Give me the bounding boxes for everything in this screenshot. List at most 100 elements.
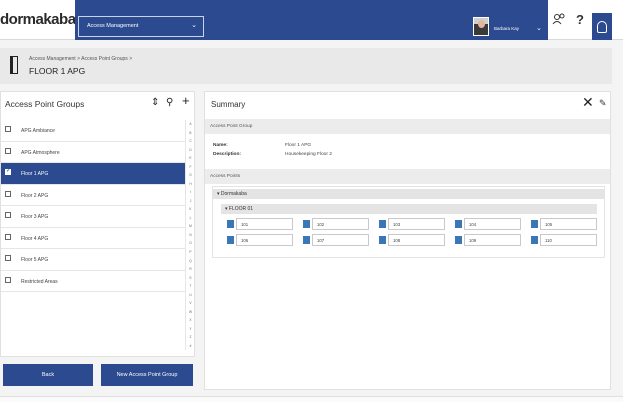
chevron-down-icon[interactable]: ⌄ xyxy=(536,24,542,32)
group-checkbox[interactable] xyxy=(5,126,11,132)
access-point-number: 107 xyxy=(312,234,369,246)
access-points-tree: ▾ Dormakaba ▾ FLOOR 01 101 102 103 104 105 10… xyxy=(212,186,605,258)
access-point-item[interactable]: 102 xyxy=(303,218,369,230)
alphabet-letter[interactable]: L xyxy=(190,216,192,220)
site-node[interactable]: ▾ Dormakaba xyxy=(213,189,604,199)
group-checkbox[interactable] xyxy=(5,233,11,240)
users-icon[interactable] xyxy=(551,12,567,28)
door-icon xyxy=(455,236,462,244)
back-button[interactable]: Back xyxy=(3,364,93,386)
alphabet-letter[interactable]: M xyxy=(189,224,192,228)
group-row[interactable]: Floor 4 APG xyxy=(1,228,185,249)
page-title: FLOOR 1 APG xyxy=(29,66,86,76)
group-row[interactable]: Restricted Areas xyxy=(1,271,185,292)
description-value: Housekeeping Floor 2 xyxy=(285,152,332,157)
panel-title: Access Point Groups xyxy=(5,99,85,109)
edit-icon[interactable]: ✎ xyxy=(599,98,607,109)
alphabet-letter[interactable]: J xyxy=(190,199,192,203)
search-icon[interactable]: ⚲ xyxy=(166,97,173,108)
group-label: Floor 2 APG xyxy=(21,192,49,199)
access-point-number: 106 xyxy=(236,234,293,246)
alphabet-letter[interactable]: K xyxy=(189,207,191,211)
alphabet-letter[interactable]: R xyxy=(189,267,191,271)
sort-icon[interactable]: ⇕ xyxy=(151,97,159,108)
access-point-number: 102 xyxy=(312,218,369,230)
module-select[interactable]: Access Management ⌄ xyxy=(78,16,204,37)
group-label: Floor 5 APG xyxy=(21,257,49,263)
close-icon[interactable]: ✕ xyxy=(582,94,594,111)
group-row[interactable]: Floor 3 APG xyxy=(1,206,185,228)
group-row[interactable]: Floor 5 APG xyxy=(1,249,185,271)
access-point-item[interactable]: 108 xyxy=(379,234,445,246)
group-checkbox[interactable] xyxy=(5,212,11,218)
group-row[interactable]: Floor 2 APG xyxy=(1,185,185,206)
group-row[interactable]: Floor 1 APG xyxy=(1,163,185,185)
door-icon xyxy=(303,220,310,228)
notifications-button[interactable] xyxy=(592,13,612,40)
alphabet-letter[interactable]: O xyxy=(189,241,191,245)
access-point-number: 103 xyxy=(388,218,445,230)
alphabet-letter[interactable]: C xyxy=(189,139,191,143)
group-checkbox[interactable] xyxy=(5,147,11,154)
alphabet-letter[interactable]: A xyxy=(189,122,191,126)
group-checkbox[interactable] xyxy=(5,167,11,175)
alphabet-letter[interactable]: Z xyxy=(190,335,192,339)
group-label: Floor 3 APG xyxy=(21,214,49,220)
user-avatar[interactable] xyxy=(473,17,489,36)
group-row[interactable]: APG Atmosphere xyxy=(1,142,185,163)
access-points-section-header: Access Points xyxy=(205,169,610,184)
alphabet-letter[interactable]: W xyxy=(189,310,192,314)
alphabet-letter[interactable]: N xyxy=(189,233,191,237)
group-list: APG Ambiance APG Atmosphere Floor 1 APG Flo… xyxy=(1,120,185,292)
alphabet-letter[interactable]: T xyxy=(190,284,192,288)
access-point-item[interactable]: 109 xyxy=(455,234,521,246)
group-label: Floor 1 APG xyxy=(21,171,49,177)
user-name[interactable]: Barbara Kay xyxy=(494,26,519,31)
breadcrumb[interactable]: Access Management > Access Point Groups … xyxy=(29,56,132,62)
users-icon-graphic xyxy=(552,13,565,25)
summary-panel: Summary ✕ ✎ Access Point Group Name: Flo… xyxy=(204,91,611,390)
access-point-item[interactable]: 105 xyxy=(531,218,597,230)
access-point-item[interactable]: 104 xyxy=(455,218,521,230)
site-name: Dormakaba xyxy=(220,191,247,197)
brand-logo[interactable]: dormakaba xyxy=(0,11,86,28)
group-row[interactable]: APG Ambiance xyxy=(1,120,185,142)
new-access-point-group-button[interactable]: New Access Point Group xyxy=(101,364,193,386)
door-icon xyxy=(10,56,18,74)
summary-title: Summary xyxy=(211,100,246,109)
alphabet-letter[interactable]: E xyxy=(189,156,191,160)
access-point-item[interactable]: 110 xyxy=(531,234,597,246)
group-checkbox[interactable] xyxy=(5,276,11,283)
door-icon xyxy=(227,220,234,228)
access-point-groups-panel: Access Point Groups ⇕ ⚲ + APG Ambiance AP… xyxy=(0,91,195,357)
access-point-item[interactable]: 106 xyxy=(227,234,293,246)
group-label: Floor 4 APG xyxy=(21,235,49,242)
alphabet-letter[interactable]: Q xyxy=(189,259,191,263)
alphabet-letter[interactable]: G xyxy=(189,173,191,177)
group-checkbox[interactable] xyxy=(5,255,11,261)
alphabet-letter[interactable]: P xyxy=(189,250,191,254)
alphabet-letter[interactable]: U xyxy=(189,293,191,297)
alphabet-letter[interactable]: Y xyxy=(189,327,191,331)
access-point-item[interactable]: 101 xyxy=(227,218,293,230)
module-bar: Access Management ⌄ Barbara Kay ⌄ xyxy=(75,0,548,40)
floor-node[interactable]: ▾ FLOOR 01 xyxy=(221,204,597,214)
alphabet-letter[interactable]: S xyxy=(189,276,191,280)
alphabet-letter[interactable]: X xyxy=(189,318,191,322)
alphabet-letter[interactable]: B xyxy=(189,131,191,135)
group-checkbox[interactable] xyxy=(5,190,11,197)
access-point-number: 105 xyxy=(540,218,597,230)
alphabet-letter[interactable]: H xyxy=(189,182,191,186)
alphabet-letter[interactable]: F xyxy=(190,165,192,169)
alphabet-letter[interactable]: D xyxy=(189,148,191,152)
help-icon[interactable]: ? xyxy=(572,12,588,28)
alphabet-letter[interactable]: V xyxy=(189,301,191,305)
add-icon[interactable]: + xyxy=(182,93,190,108)
access-point-item[interactable]: 103 xyxy=(379,218,445,230)
alphabet-letter[interactable]: I xyxy=(190,190,191,194)
access-point-item[interactable]: 107 xyxy=(303,234,369,246)
alphabet-index[interactable]: A B C D E F G H I J K L M N O P Q R S T U V W X Y Z # xyxy=(185,120,195,350)
description-label: Description: xyxy=(213,152,241,157)
bell-icon xyxy=(597,21,607,33)
alphabet-letter[interactable]: # xyxy=(190,344,192,348)
